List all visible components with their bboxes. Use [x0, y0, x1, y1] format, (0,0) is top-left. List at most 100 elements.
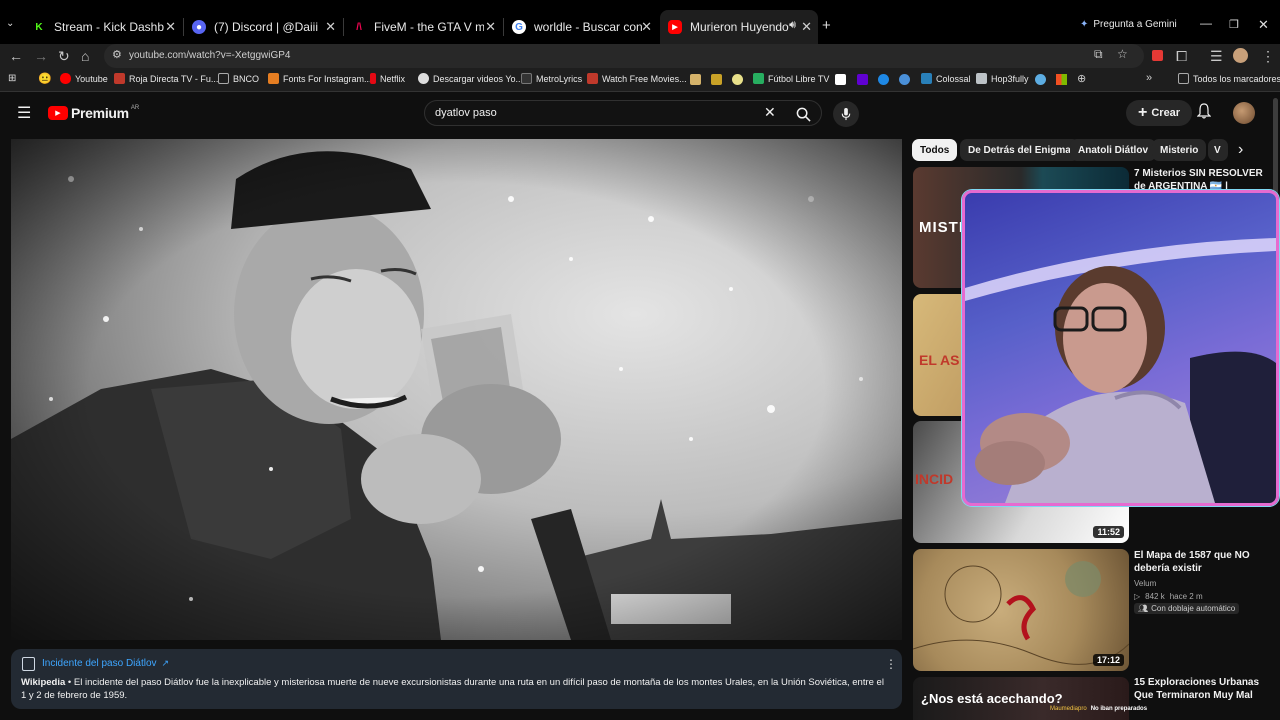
minimize-icon[interactable]: — [1200, 16, 1212, 30]
all-bookmarks[interactable]: Todos los marcadores [1178, 73, 1280, 84]
search-button[interactable] [783, 102, 823, 126]
info-title: Incidente del paso Diátlov [42, 658, 157, 669]
context-info-panel: Incidente del paso Diátlov ↗ ⋮ Wikipedia… [11, 649, 902, 709]
tab-kick[interactable]: K Stream - Kick Dashboard ✕ [24, 10, 182, 44]
chip-anatoli-diatlov[interactable]: Anatoli Diátlov [1070, 139, 1157, 161]
play-small-icon: ▷ [1134, 592, 1141, 601]
bookmark-metrolyrics[interactable]: MetroLyrics [521, 73, 582, 84]
bookmark-hop3fully[interactable]: Hop3fully [976, 73, 1029, 84]
yahoo-icon[interactable] [857, 74, 868, 85]
recommendation-title[interactable]: El Mapa de 1587 que NO debería existir [1134, 549, 1269, 575]
account-avatar[interactable] [1233, 102, 1255, 124]
tab-search-icon[interactable]: ⌄ [6, 18, 14, 29]
channel-name[interactable]: Velum [1134, 579, 1156, 588]
bookmark-icon-1[interactable] [690, 74, 701, 85]
chip-todos[interactable]: Todos [912, 139, 958, 161]
apps-grid-icon[interactable]: ⊞ [8, 73, 16, 84]
close-icon[interactable]: ✕ [801, 19, 812, 35]
bookmark-star-icon[interactable]: ☆ [1117, 47, 1128, 61]
recommendation-thumbnail[interactable]: ¿Nos está acechando? [913, 677, 1129, 720]
chip-detras-del-enigma[interactable]: De Detrás del Enigma [960, 139, 1079, 161]
extension-red-icon[interactable] [1152, 50, 1163, 61]
bookmark-icon-5[interactable] [878, 74, 889, 85]
extensions-puzzle-icon[interactable]: ⧠ [1176, 48, 1187, 64]
search-input[interactable]: dyatlov paso ✕ [424, 100, 822, 126]
notifications-bell-icon[interactable] [1196, 103, 1212, 124]
youtube-logo[interactable]: ▶ Premium AR [48, 105, 139, 121]
bookmark-bnco[interactable]: BNCO [218, 73, 259, 84]
stream-caption: Maumediapro No iban preparados [1050, 706, 1147, 712]
new-tab-icon[interactable]: + [822, 17, 831, 34]
bookmark-descargar[interactable]: Descargar videos Yo... [418, 73, 523, 84]
forward-icon[interactable]: → [34, 48, 48, 64]
bookmark-futbol-libre[interactable]: Fútbol Libre TV [753, 73, 829, 84]
bookmark-colossal[interactable]: Colossal [921, 73, 971, 84]
colossal-icon [921, 73, 932, 84]
bookmark-watch-free[interactable]: Watch Free Movies... [587, 73, 687, 84]
chip-more[interactable]: V [1208, 139, 1228, 161]
create-button[interactable]: + Crear [1126, 100, 1193, 126]
hamburger-menu-icon[interactable]: ☰ [17, 103, 31, 123]
url-text: youtube.com/watch?v=-XetggwiGP4 [129, 50, 291, 61]
view-count: ▷ 842 k hace 2 m [1134, 592, 1203, 601]
recommendation-title[interactable]: 7 Misterios SIN RESOLVER de ARGENTINA 🇦🇷… [1134, 167, 1269, 189]
bookmark-youtube[interactable]: Youtube [60, 73, 108, 84]
recommendation-thumbnail[interactable]: 17:12 [913, 549, 1129, 671]
close-icon[interactable]: ✕ [641, 19, 652, 35]
voice-search-button[interactable] [833, 101, 859, 127]
plus-icon: + [1138, 104, 1148, 121]
bookmark-netflix[interactable]: Netflix [370, 73, 405, 84]
bookmark-label: Descargar videos Yo... [433, 73, 524, 84]
close-icon[interactable]: ✕ [165, 19, 176, 35]
home-icon[interactable]: ⌂ [81, 48, 89, 64]
tab-youtube-active[interactable]: ▶ Murieron Huyendo de Algo 🔊︎ ✕ [660, 10, 818, 44]
bookmark-icon-6[interactable] [899, 74, 910, 85]
download-icon [418, 73, 429, 84]
window-close-icon[interactable]: ✕ [1258, 17, 1269, 33]
bookmark-icon-4[interactable] [835, 74, 846, 85]
close-icon[interactable]: ✕ [485, 19, 496, 35]
video-player[interactable] [11, 139, 902, 640]
tab-discord[interactable]: ● (7) Discord | @Daiii ✕ [184, 10, 342, 44]
logo-label: Premium [71, 105, 129, 121]
recommendation-title[interactable]: 15 Exploraciones Urbanas Que Terminaron … [1134, 676, 1269, 702]
bookmark-icon-7[interactable] [1035, 74, 1046, 85]
globe-icon[interactable]: ⊕ [1077, 72, 1086, 85]
youtube-play-icon: ▶ [48, 106, 68, 120]
bookmark-fonts[interactable]: Fonts For Instagram... [268, 73, 372, 84]
bookmark-icon-3[interactable] [732, 74, 743, 85]
profile-avatar[interactable] [1233, 48, 1248, 63]
browser-menu-icon[interactable]: ⋮ [1261, 48, 1275, 64]
bookmark-roja-directa[interactable]: Roja Directa TV - Fu... [114, 73, 218, 84]
video-frame-image [11, 139, 902, 640]
chip-misterio[interactable]: Misterio [1152, 139, 1207, 161]
bookmark-label: Fútbol Libre TV [768, 73, 830, 84]
reload-icon[interactable]: ↻ [58, 48, 70, 64]
gemini-icon: ✦ [1080, 19, 1089, 30]
chevron-right-icon[interactable]: › [1238, 141, 1243, 159]
site-info-icon[interactable]: ⚙ [112, 48, 122, 61]
bookmark-label: Youtube [75, 73, 108, 84]
info-title-link[interactable]: Incidente del paso Diátlov ↗ [42, 658, 169, 669]
google-icon: G [512, 20, 526, 34]
info-text: El incidente del paso Diátlov fue la ine… [21, 677, 884, 701]
tab-fivem[interactable]: /\ FiveM - the GTA V multiplayer ✕ [344, 10, 502, 44]
tab-label: Murieron Huyendo de Algo [690, 20, 790, 34]
emoji-bookmark-icon[interactable]: 😐 [38, 72, 52, 85]
bookmark-label: MetroLyrics [536, 73, 583, 84]
gemini-button[interactable]: ✦ Pregunta a Gemini [1080, 19, 1177, 30]
microsoft-icon[interactable] [1056, 74, 1067, 85]
back-icon[interactable]: ← [9, 48, 23, 64]
clear-search-icon[interactable]: ✕ [764, 104, 776, 121]
reading-list-icon[interactable]: ☰ [1210, 48, 1223, 64]
speaker-icon[interactable]: 🔊︎ [789, 19, 796, 32]
tab-google[interactable]: G worldle - Buscar con Google ✕ [504, 10, 658, 44]
address-bar[interactable]: ⚙ youtube.com/watch?v=-XetggwiGP4 ⧉ ☆ [104, 44, 1144, 68]
restore-icon[interactable]: ❐ [1229, 18, 1239, 31]
close-icon[interactable]: ✕ [325, 19, 336, 35]
info-more-icon[interactable]: ⋮ [885, 657, 897, 671]
install-app-icon[interactable]: ⧉ [1094, 47, 1103, 62]
bookmark-icon-2[interactable] [711, 74, 722, 85]
webcam-overlay [962, 190, 1279, 506]
more-bookmarks-icon[interactable]: » [1146, 72, 1152, 84]
